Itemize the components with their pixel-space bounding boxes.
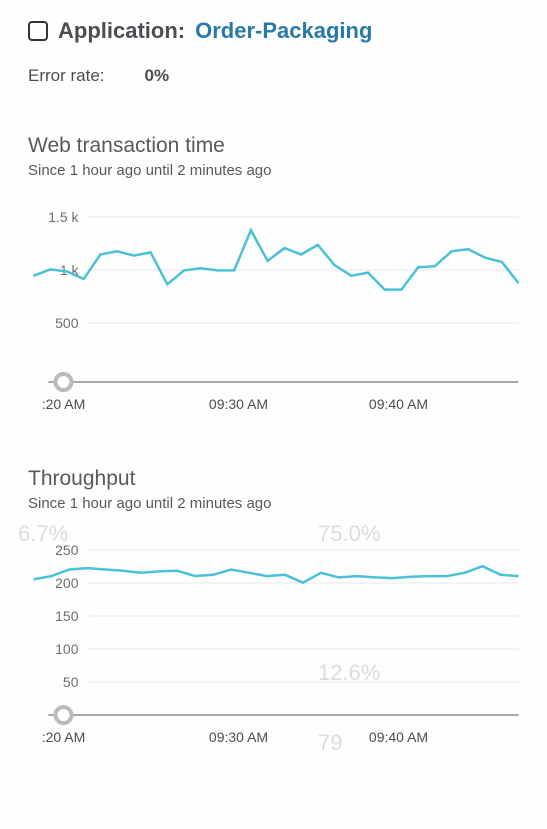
chart-svg: 250 200 150 100 50 :20 AM 09:30 AM 09:40… (28, 530, 519, 760)
y-tick: 250 (55, 542, 79, 558)
x-tick: 09:40 AM (369, 396, 428, 412)
x-tick: 09:30 AM (209, 729, 268, 745)
chart-title: Throughput (28, 467, 519, 491)
y-tick: 1.5 k (48, 209, 79, 225)
chart-throughput: Throughput Since 1 hour ago until 2 minu… (28, 467, 519, 760)
chart-plot-area[interactable]: 1.5 k 1 k 500 :20 AM 09:30 AM 09:40 AM (28, 197, 519, 427)
x-tick: :20 AM (42, 729, 86, 745)
chart-subtitle: Since 1 hour ago until 2 minutes ago (28, 162, 519, 179)
y-tick: 500 (55, 315, 79, 331)
error-rate-label: Error rate: (28, 66, 105, 86)
data-series-line (34, 230, 519, 290)
y-tick: 100 (55, 641, 79, 657)
time-slider-knob[interactable] (56, 374, 72, 390)
x-tick: :20 AM (42, 396, 86, 412)
chart-title: Web transaction time (28, 134, 519, 158)
chart-subtitle: Since 1 hour ago until 2 minutes ago (28, 495, 519, 512)
time-slider-knob[interactable] (56, 707, 72, 723)
chart-web-transaction-time: Web transaction time Since 1 hour ago un… (28, 134, 519, 427)
chart-svg: 1.5 k 1 k 500 :20 AM 09:30 AM 09:40 AM (28, 197, 519, 427)
select-checkbox[interactable] (28, 21, 48, 41)
y-tick: 50 (63, 674, 79, 690)
chart-plot-area[interactable]: 250 200 150 100 50 :20 AM 09:30 AM 09:40… (28, 530, 519, 760)
error-rate-value: 0% (145, 66, 170, 86)
header: Application: Order-Packaging (28, 18, 519, 44)
y-tick: 200 (55, 575, 79, 591)
x-tick: 09:30 AM (209, 396, 268, 412)
x-tick: 09:40 AM (369, 729, 428, 745)
application-name-link[interactable]: Order-Packaging (195, 18, 372, 44)
error-rate-row: Error rate: 0% (28, 66, 519, 86)
data-series-line (34, 566, 519, 583)
application-label: Application: (58, 18, 185, 44)
y-tick: 150 (55, 608, 79, 624)
